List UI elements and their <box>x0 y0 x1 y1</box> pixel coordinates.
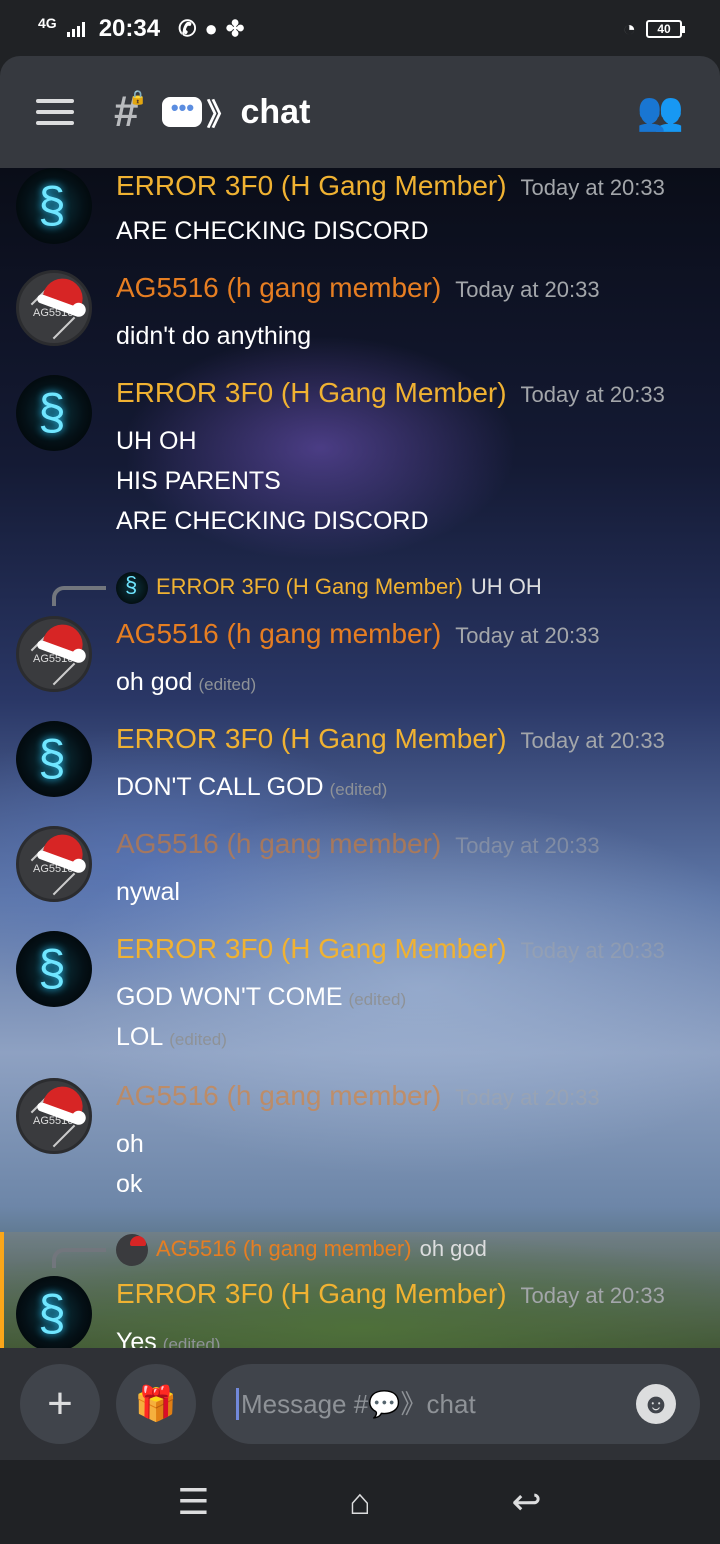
avatar[interactable]: AG5516 <box>16 826 92 902</box>
clock: 20:34 <box>98 15 161 42</box>
message-text: LOL (edited) <box>116 1023 227 1051</box>
message-text: ARE CHECKING DISCORD <box>116 217 429 245</box>
author-name[interactable]: ERROR 3F0 (H Gang Member) <box>116 377 507 409</box>
timestamp: Today at 20:33 <box>520 382 665 407</box>
locked-channel-icon: # 🔒 <box>114 87 147 136</box>
timestamp: Today at 20:33 <box>455 277 600 302</box>
author-name[interactable]: ERROR 3F0 (H Gang Member) <box>116 170 507 202</box>
composer-bar: + 🎁 ☻ <box>0 1348 720 1460</box>
message-text: Yes (edited) <box>116 1322 220 1348</box>
timestamp: Today at 20:33 <box>455 1085 600 1110</box>
santa-hat-icon <box>41 619 89 658</box>
system-nav-bar: ☰ ⌂ ↩ <box>0 1460 720 1544</box>
message-text: DON'T CALL GOD (edited) <box>116 773 388 801</box>
gift-icon: 🎁 <box>134 1385 178 1423</box>
reply-preview[interactable]: ERROR 3F0 (H Gang Member) UH OH <box>0 568 720 608</box>
message-input[interactable] <box>241 1388 636 1420</box>
timestamp: Today at 20:33 <box>520 175 665 200</box>
timestamp: Today at 20:33 <box>520 938 665 963</box>
reply-author: AG5516 (h gang member) <box>156 1236 412 1261</box>
message-list[interactable]: ERROR 3F0 (H Gang Member) Today at 20:33… <box>0 168 720 1348</box>
gift-button[interactable]: 🎁 <box>116 1364 196 1444</box>
avatar[interactable] <box>16 931 92 1007</box>
author-name[interactable]: AG5516 (h gang member) <box>116 272 441 304</box>
chat-bubble-icon: ••• <box>162 97 203 127</box>
message-text: GOD WON'T COME (edited) <box>116 983 407 1011</box>
edited-tag: (edited) <box>198 675 257 694</box>
channel-title: ••• 》 chat <box>162 90 310 134</box>
channel-header: # 🔒 ••• 》 chat 👥 <box>0 56 720 168</box>
author-name[interactable]: AG5516 (h gang member) <box>116 618 441 650</box>
edited-tag: (edited) <box>348 990 407 1009</box>
recent-apps-icon[interactable]: ☰ <box>163 1481 223 1523</box>
timestamp: Today at 20:33 <box>455 623 600 648</box>
battery-icon: 40 <box>646 20 685 38</box>
reply-avatar <box>116 1234 148 1266</box>
message-icon: ● <box>204 16 218 41</box>
timestamp: Today at 20:33 <box>520 728 665 753</box>
author-name[interactable]: ERROR 3F0 (H Gang Member) <box>116 723 507 755</box>
santa-hat-icon <box>41 1081 89 1120</box>
plus-icon: + <box>47 1379 73 1428</box>
message-text: oh <box>116 1130 144 1158</box>
channel-name: chat <box>240 92 311 131</box>
network-type: 4G <box>38 15 57 31</box>
emoji-picker-icon[interactable]: ☻ <box>636 1384 676 1424</box>
menu-icon[interactable] <box>36 99 74 125</box>
message-text: HIS PARENTS <box>116 467 281 495</box>
reply-avatar <box>116 572 148 604</box>
members-icon[interactable]: 👥 <box>637 90 684 134</box>
timestamp: Today at 20:33 <box>520 1283 665 1308</box>
author-name[interactable]: ERROR 3F0 (H Gang Member) <box>116 933 507 965</box>
avatar[interactable] <box>16 168 92 244</box>
message-text: didn't do anything <box>116 322 312 350</box>
santa-hat-icon <box>41 829 89 868</box>
text-caret <box>236 1388 239 1420</box>
status-bar: 4G 20:34 ✆ ● ✤ ◔ 40 <box>0 0 720 58</box>
home-icon[interactable]: ⌂ <box>330 1481 390 1523</box>
wifi-icon: ◔ <box>622 16 636 41</box>
message-text: nywal <box>116 878 180 906</box>
avatar[interactable]: AG5516 <box>16 616 92 692</box>
reply-connector <box>52 586 106 606</box>
avatar[interactable] <box>16 375 92 451</box>
back-icon[interactable]: ↩ <box>497 1481 557 1523</box>
message-text: ARE CHECKING DISCORD <box>116 507 429 535</box>
message-text: oh god (edited) <box>116 668 257 696</box>
reply-preview[interactable]: AG5516 (h gang member) oh god <box>0 1230 720 1270</box>
add-attachment-button[interactable]: + <box>20 1364 100 1444</box>
edited-tag: (edited) <box>162 1335 221 1348</box>
chevron-icon: 》 <box>206 99 237 132</box>
edited-tag: (edited) <box>329 780 388 799</box>
author-name[interactable]: AG5516 (h gang member) <box>116 1080 441 1112</box>
reply-connector <box>52 1248 106 1268</box>
avatar[interactable] <box>16 721 92 797</box>
message-text: ok <box>116 1170 143 1198</box>
message-text: UH OH <box>116 427 197 455</box>
signal-icon <box>66 21 85 37</box>
whatsapp-icon: ✆ <box>178 16 197 41</box>
message-input-wrapper[interactable]: ☻ <box>212 1364 700 1444</box>
avatar[interactable]: AG5516 <box>16 270 92 346</box>
reply-author: ERROR 3F0 (H Gang Member) <box>156 574 463 599</box>
avatar[interactable]: AG5516 <box>16 1078 92 1154</box>
timestamp: Today at 20:33 <box>455 833 600 858</box>
santa-hat-icon <box>41 273 89 312</box>
fan-icon: ✤ <box>225 16 245 41</box>
reply-text: oh god <box>419 1236 487 1261</box>
reply-text: UH OH <box>470 574 542 599</box>
edited-tag: (edited) <box>169 1030 227 1049</box>
author-name[interactable]: AG5516 (h gang member) <box>116 828 441 860</box>
avatar[interactable] <box>16 1276 92 1348</box>
author-name[interactable]: ERROR 3F0 (H Gang Member) <box>116 1278 507 1310</box>
